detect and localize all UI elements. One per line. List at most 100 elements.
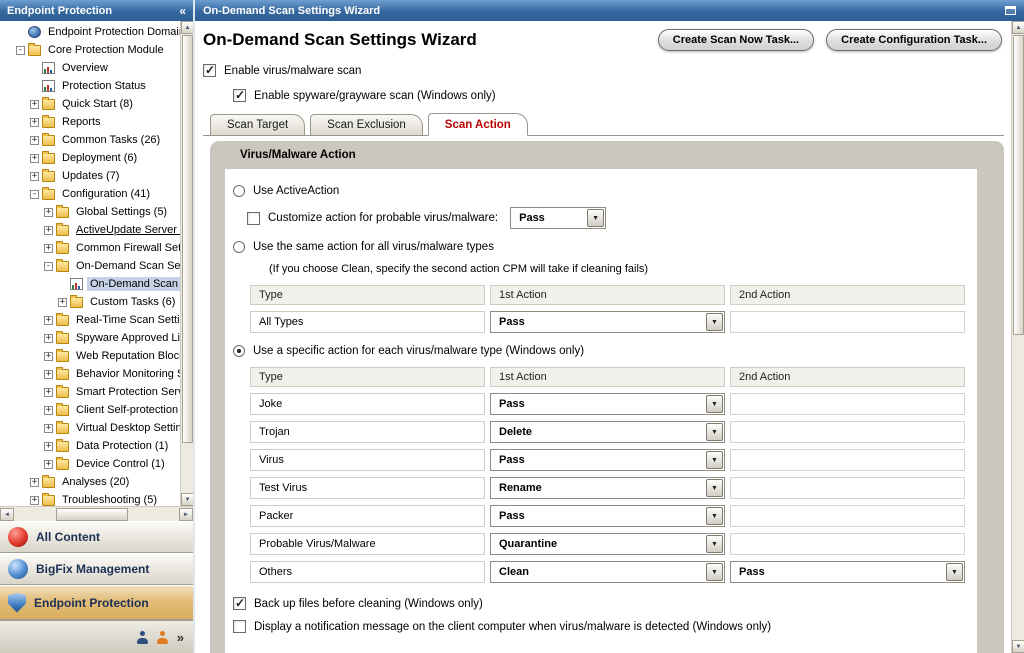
tree-item[interactable]: + Spyware Approved List (0, 329, 180, 347)
first-action-dropdown[interactable]: Pass (490, 505, 725, 527)
tree-item-label[interactable]: Reports (59, 115, 104, 129)
tree-item-label[interactable]: Virtual Desktop Setting (73, 421, 180, 435)
tree-expander-icon[interactable]: + (44, 226, 53, 235)
tree-expander-icon[interactable]: + (30, 172, 39, 181)
tree-item-label[interactable]: Web Reputation Blocke (73, 349, 180, 363)
tree-item-label[interactable]: ActiveUpdate Server Se (73, 223, 180, 237)
tree-item-label[interactable]: Smart Protection Serve (73, 385, 180, 399)
tree-item-label[interactable]: Data Protection (1) (73, 439, 171, 453)
tree-vertical-scrollbar[interactable] (180, 21, 193, 506)
use-activeaction-radio[interactable] (233, 185, 245, 197)
enable-spyware-scan-label[interactable]: Enable spyware/grayware scan (Windows on… (254, 90, 496, 102)
tree-item[interactable]: + Web Reputation Blocke (0, 347, 180, 365)
create-scan-now-task-button[interactable]: Create Scan Now Task... (658, 29, 814, 51)
scroll-left-icon[interactable] (0, 508, 14, 521)
tree-item[interactable]: - Core Protection Module (0, 41, 180, 59)
customize-probable-checkbox[interactable] (247, 212, 260, 225)
tree-item-label[interactable]: Real-Time Scan Setting (73, 313, 180, 327)
first-action-dropdown[interactable]: Pass (490, 311, 725, 333)
chevron-down-icon[interactable] (706, 313, 723, 331)
tree-expander-icon[interactable]: - (30, 190, 39, 199)
tree-item-label[interactable]: Overview (59, 61, 111, 75)
specific-action-radio[interactable] (233, 345, 245, 357)
expand-footer-icon[interactable]: » (177, 630, 184, 645)
tree-expander-icon[interactable]: - (44, 262, 53, 271)
first-action-dropdown[interactable]: Quarantine (490, 533, 725, 555)
collapse-sidebar-icon[interactable]: « (179, 4, 186, 18)
main-vertical-scrollbar[interactable] (1011, 21, 1024, 653)
customize-probable-label[interactable]: Customize action for probable virus/malw… (268, 212, 498, 224)
popout-window-icon[interactable] (1005, 6, 1016, 15)
scroll-down-icon[interactable] (1012, 640, 1024, 653)
nav-button[interactable]: BigFix Management (0, 553, 193, 585)
tree-item[interactable]: + Virtual Desktop Setting (0, 419, 180, 437)
tree-item[interactable]: - On-Demand Scan Setti (0, 257, 180, 275)
scroll-up-icon[interactable] (181, 21, 193, 34)
notification-checkbox[interactable] (233, 620, 246, 633)
tree-item[interactable]: + Real-Time Scan Setting (0, 311, 180, 329)
tree-expander-icon[interactable]: - (16, 46, 25, 55)
first-action-dropdown[interactable]: Pass (490, 393, 725, 415)
chevron-down-icon[interactable] (706, 507, 723, 525)
chevron-down-icon[interactable] (706, 563, 723, 581)
tree-item[interactable]: Protection Status (0, 77, 180, 95)
tree-item[interactable]: + Common Tasks (26) (0, 131, 180, 149)
tree-item[interactable]: + Custom Tasks (6) (0, 293, 180, 311)
first-action-dropdown[interactable]: Pass (490, 449, 725, 471)
tree-item[interactable]: + Analyses (20) (0, 473, 180, 491)
chevron-down-icon[interactable] (946, 563, 963, 581)
tab[interactable]: Scan Action (428, 113, 528, 136)
chevron-down-icon[interactable] (706, 535, 723, 553)
chevron-down-icon[interactable] (706, 395, 723, 413)
tree-item[interactable]: + Data Protection (1) (0, 437, 180, 455)
chevron-down-icon[interactable] (706, 479, 723, 497)
tree-item-label[interactable]: Deployment (6) (59, 151, 140, 165)
tree-item-label[interactable]: Core Protection Module (45, 43, 167, 57)
tree-item[interactable]: + Reports (0, 113, 180, 131)
tree-item-label[interactable]: Spyware Approved List (73, 331, 180, 345)
scroll-right-icon[interactable] (179, 508, 193, 521)
tree-expander-icon[interactable]: + (44, 316, 53, 325)
tree-item-label[interactable]: Common Firewall Settin (73, 241, 180, 255)
first-action-dropdown[interactable]: Clean (490, 561, 725, 583)
operator-user-icon[interactable] (137, 631, 148, 644)
tree-item[interactable]: Overview (0, 59, 180, 77)
tree-item-label[interactable]: Quick Start (8) (59, 97, 136, 111)
tree-item-label[interactable]: Device Control (1) (73, 457, 168, 471)
master-operator-user-icon[interactable] (157, 631, 168, 644)
create-configuration-task-button[interactable]: Create Configuration Task... (826, 29, 1002, 51)
tree-item-label[interactable]: Updates (7) (59, 169, 122, 183)
enable-virus-scan-label[interactable]: Enable virus/malware scan (224, 65, 361, 77)
scroll-up-icon[interactable] (1012, 21, 1024, 34)
first-action-dropdown[interactable]: Rename (490, 477, 725, 499)
tree-item[interactable]: - Configuration (41) (0, 185, 180, 203)
tree-item-label[interactable]: On-Demand Scan Setti (73, 259, 180, 273)
chevron-down-icon[interactable] (587, 209, 604, 227)
tree-item-label[interactable]: Configuration (41) (59, 187, 153, 201)
first-action-dropdown[interactable]: Delete (490, 421, 725, 443)
tree-expander-icon[interactable]: + (30, 154, 39, 163)
tree-item-label[interactable]: Common Tasks (26) (59, 133, 163, 147)
tree-item[interactable]: + Deployment (6) (0, 149, 180, 167)
tree-item[interactable]: + Device Control (1) (0, 455, 180, 473)
tree-expander-icon[interactable]: + (30, 118, 39, 127)
tree-item[interactable]: On-Demand Scan Se (0, 275, 180, 293)
probable-action-dropdown[interactable]: Pass (510, 207, 606, 229)
tree-item[interactable]: + Client Self-protection S (0, 401, 180, 419)
tree-expander-icon[interactable]: + (44, 460, 53, 469)
tree-item[interactable]: + Global Settings (5) (0, 203, 180, 221)
nav-button[interactable]: Endpoint Protection (0, 585, 193, 620)
tree-item-label[interactable]: Custom Tasks (6) (87, 295, 178, 309)
chevron-down-icon[interactable] (706, 451, 723, 469)
backup-files-checkbox[interactable] (233, 597, 246, 610)
tree-expander-icon[interactable]: + (44, 442, 53, 451)
tree-expander-icon[interactable]: + (30, 478, 39, 487)
specific-action-label[interactable]: Use a specific action for each virus/mal… (253, 345, 584, 357)
tree-item[interactable]: + ActiveUpdate Server Se (0, 221, 180, 239)
nav-button[interactable]: All Content (0, 521, 193, 553)
tree-item-label[interactable]: Global Settings (5) (73, 205, 170, 219)
tree-expander-icon[interactable]: + (44, 352, 53, 361)
tree-expander-icon[interactable]: + (44, 388, 53, 397)
tree-item-label[interactable]: Behavior Monitoring Se (73, 367, 180, 381)
tab[interactable]: Scan Target (210, 114, 305, 135)
